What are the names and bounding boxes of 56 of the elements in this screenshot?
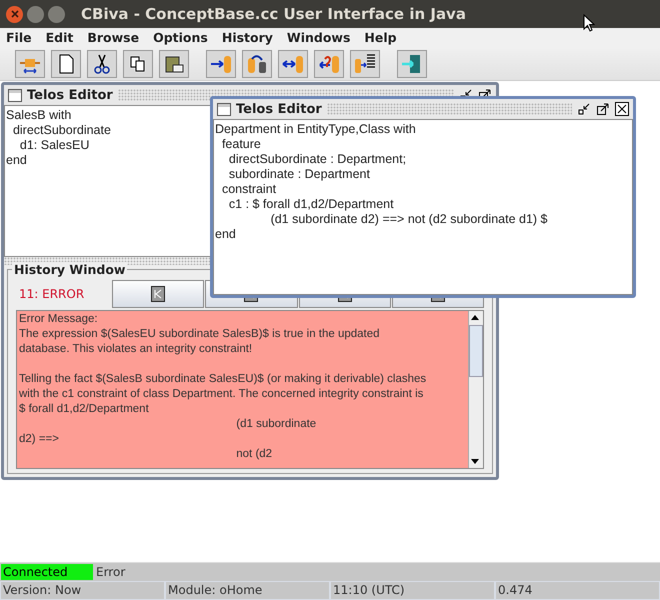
code-line: Department in EntityType,Class with — [215, 122, 416, 137]
nav-button[interactable] — [112, 280, 204, 308]
time-label: 11:10 (UTC) — [330, 581, 495, 600]
close-icon — [10, 10, 18, 18]
minimize-button[interactable] — [27, 6, 44, 22]
menu-item[interactable]: File — [6, 30, 32, 45]
toolbar-button[interactable] — [314, 50, 344, 78]
close-icon[interactable] — [615, 102, 629, 116]
module-label: Module: oHome — [165, 581, 330, 600]
menu-item[interactable]: Browse — [87, 30, 140, 45]
maximize-icon[interactable] — [596, 102, 610, 116]
mouse-pointer-icon — [583, 14, 595, 32]
toolbar-button[interactable] — [350, 50, 380, 78]
menu-item[interactable]: Windows — [286, 30, 350, 45]
window-title: CBiva - ConceptBase.cc User Interface in Java — [81, 5, 466, 23]
version-label: Version: Now — [0, 581, 165, 600]
error-message: Error Message: The expression $(SalesEU subordinate SalesB)$ is true in the updated database. This violates an integrity constraint! Telling the fact $(SalesB subordinate SalesEU)$ (or making it derivable) clashes with the c1 constraint of class Department. The concerned integrity constraint is $ forall d1,d2/Department (d1 subordinate d2) ==> not (d2 — [17, 311, 468, 468]
internal-window-title: Telos Editor — [236, 102, 322, 116]
code-line: subordinate : Department — [228, 167, 370, 182]
window-icon — [8, 88, 22, 102]
nav-icon — [151, 286, 166, 302]
toolbar-button[interactable] — [206, 50, 236, 78]
list-icon — [354, 52, 376, 74]
maximize-button[interactable] — [48, 6, 65, 22]
code-line: end — [6, 153, 27, 168]
window-icon — [217, 102, 231, 116]
menu-item[interactable]: Options — [153, 30, 208, 45]
rotate-icon — [246, 52, 268, 74]
toolbar-button[interactable] — [242, 50, 272, 78]
close-button[interactable] — [6, 6, 23, 22]
code-line: directSubordinate : Department; — [228, 152, 406, 167]
status-message: Error — [96, 565, 126, 579]
code-line: end — [215, 227, 236, 242]
toolbar-button[interactable] — [159, 50, 189, 78]
toolbar-button[interactable] — [123, 50, 153, 78]
connection-status: Connected — [1, 564, 93, 580]
toolbar-button[interactable] — [278, 50, 308, 78]
code-line: (d1 subordinate d2) ==> not (d2 subordinate d1) $ — [270, 212, 548, 227]
text-editor[interactable]: Department in EntityType,Class with feature directSubordinate : Department; subordinate : Department constraint c1 : $ forall d1,d2/Department (d1 subordinate d2) ==> not (d2 subordinate d1) $ end — [213, 119, 633, 295]
history-window-label: History Window — [12, 262, 128, 277]
code-line: c1 : $ forall d1,d2/Department — [228, 197, 394, 212]
toolbar-button[interactable] — [51, 50, 81, 78]
code-line: directSubordinate — [12, 123, 111, 138]
code-line: constraint — [220, 182, 276, 197]
internal-window-title: Telos Editor — [27, 88, 113, 102]
value-label: 0.474 — [495, 581, 660, 600]
scrollbar[interactable] — [468, 311, 483, 468]
menu-item[interactable]: Edit — [46, 30, 74, 45]
code-line: d1: SalesEU — [18, 138, 90, 153]
exit-icon — [401, 52, 423, 74]
menu-item[interactable]: Help — [364, 30, 397, 45]
menu-item[interactable]: History — [222, 30, 273, 45]
code-line: feature — [220, 137, 261, 152]
code-line: SalesB with — [6, 108, 72, 123]
minimize-icon[interactable] — [577, 102, 591, 116]
toolbar-button[interactable] — [87, 50, 117, 78]
